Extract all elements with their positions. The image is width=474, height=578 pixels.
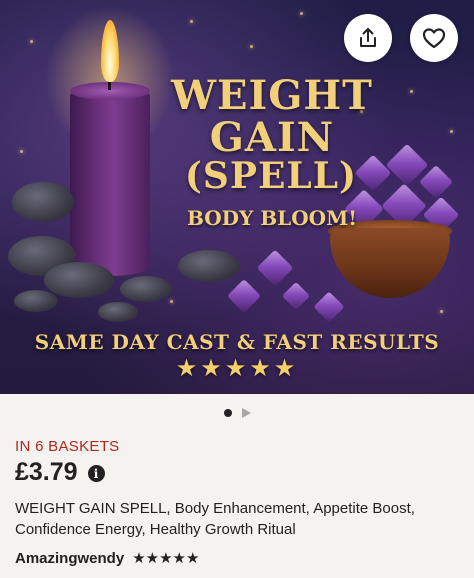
seller-rating-stars: ★★★★★ <box>132 550 200 567</box>
stone <box>120 276 172 302</box>
hero-title-line-2: GAIN <box>209 114 335 161</box>
listing-title: WEIGHT GAIN SPELL, Body Enhancement, App… <box>15 500 415 538</box>
product-image[interactable]: WEIGHT GAIN (SPELL) BODY BLOOM! SAME DAY… <box>0 0 474 394</box>
sparkle <box>250 45 253 48</box>
pager-dot-active[interactable] <box>223 409 232 417</box>
sparkle <box>30 40 33 43</box>
share-icon <box>360 28 376 47</box>
seller-row[interactable]: Amazingwendy ★★★★★ <box>15 549 200 568</box>
hero-title-line-3: (SPELL) <box>184 155 358 197</box>
hero-subtitle: BODY BLOOM! <box>186 206 357 230</box>
heart-icon <box>422 28 446 49</box>
stone <box>14 290 58 312</box>
candle <box>70 86 150 276</box>
hero-banner-stars: ★★★★★ <box>175 355 299 382</box>
amethyst-crystal <box>419 165 453 199</box>
sparkle <box>300 12 303 15</box>
amethyst-crystal <box>313 291 345 323</box>
hero-title-line-1: WEIGHT <box>171 72 373 119</box>
sparkle <box>450 130 453 133</box>
stone <box>44 262 114 298</box>
seller-name[interactable]: Amazingwendy <box>15 550 124 567</box>
sparkle <box>170 300 173 303</box>
info-icon[interactable]: i <box>87 465 105 482</box>
image-pager[interactable] <box>0 404 474 422</box>
amethyst-crystal <box>227 279 261 313</box>
amethyst-crystal <box>281 281 311 311</box>
sparkle <box>20 150 23 153</box>
stone <box>98 302 138 322</box>
price-row: £3.79 i <box>15 458 105 487</box>
video-play-icon[interactable] <box>241 408 251 418</box>
share-button[interactable] <box>344 14 392 62</box>
sparkle <box>440 310 443 313</box>
baskets-count: IN 6 BASKETS <box>15 438 120 455</box>
price: £3.79 <box>15 458 78 486</box>
stone <box>12 182 74 222</box>
hero-banner: SAME DAY CAST & FAST RESULTS <box>34 330 440 354</box>
sparkle <box>410 90 413 93</box>
favorite-button[interactable] <box>410 14 458 62</box>
amethyst-crystal <box>256 249 294 287</box>
sparkle <box>190 20 193 23</box>
stone <box>178 250 240 282</box>
wooden-bowl <box>330 228 450 298</box>
